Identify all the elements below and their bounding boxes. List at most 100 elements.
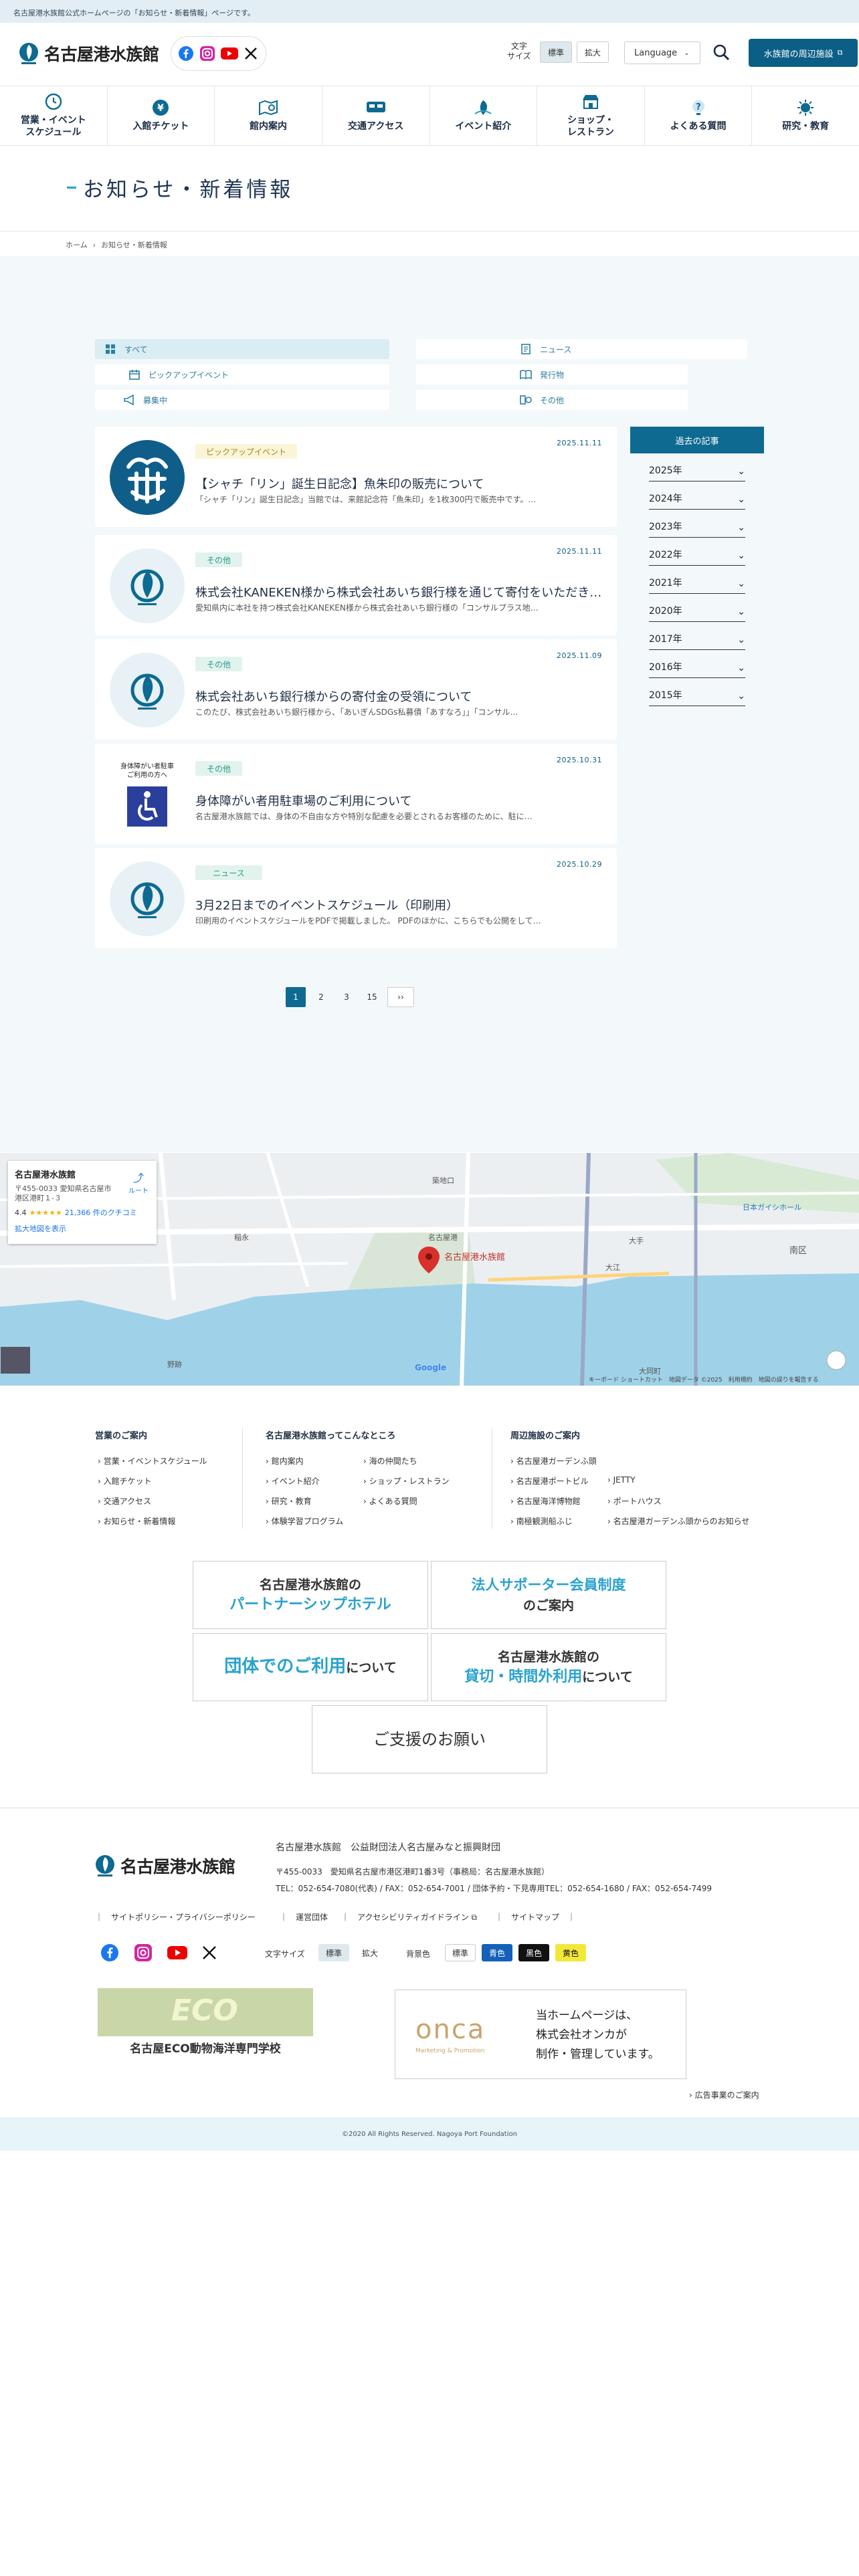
archive-year-2023[interactable]: 2023年 ⌄	[649, 510, 745, 538]
bg-yellow-button[interactable]: 黄色	[555, 1944, 586, 1961]
footer-link[interactable]: › よくある質問	[363, 1495, 417, 1507]
map-route-button[interactable]: ⤴ ルート	[128, 1169, 149, 1195]
gnav-item-guide[interactable]: 館内案内	[215, 86, 322, 145]
footer-link[interactable]: › JETTY	[607, 1475, 636, 1485]
gnav-item-shop[interactable]: ショップ・ レストラン	[537, 86, 645, 145]
footer-link[interactable]: › 名古屋港ガーデンふ頭	[510, 1455, 597, 1467]
news-card[interactable]: ピックアップイベント 2025.11.11 【シャチ「リン」誕生日記念】魚朱印の…	[95, 427, 617, 527]
archive-year-2020[interactable]: 2020年 ⌄	[649, 594, 745, 622]
footer-link-label: 交通アクセス	[103, 1497, 152, 1506]
ad-info-link[interactable]: › 広告事業のご案内	[689, 2089, 759, 2101]
banner-group-use[interactable]: 団体でのご利用について	[193, 1633, 428, 1701]
tab-all[interactable]: すべて	[95, 339, 389, 359]
footer-link[interactable]: › 南極観測船ふじ	[510, 1515, 573, 1527]
footer-nav-link[interactable]: ｜ 運営団体	[280, 1911, 328, 1923]
banner-partnership-hotel[interactable]: 名古屋港水族館の パートナーシップホテル	[193, 1561, 428, 1629]
nearby-facilities-button[interactable]: 水族館の周辺施設 ⧉	[749, 39, 858, 67]
gnav-item-access[interactable]: 交通アクセス	[322, 86, 430, 145]
footer-nav-link[interactable]: ｜ サイトマップ ｜	[495, 1911, 575, 1923]
footer-link[interactable]: › 名古屋海洋博物館	[510, 1495, 581, 1507]
gnav-item-schedule[interactable]: 営業・イベント スケジュール	[0, 86, 108, 145]
tab-news-label-wrap: ニュース	[419, 339, 687, 359]
archive-year-2025[interactable]: 2025年 ⌄	[649, 453, 745, 481]
bg-black-button[interactable]: 黒色	[518, 1944, 549, 1961]
gnav-item-events[interactable]: イベント紹介	[430, 86, 538, 145]
footer-logo[interactable]: 名古屋港水族館	[95, 1854, 235, 1878]
footer-link[interactable]: › お知らせ・新着情報	[98, 1515, 175, 1527]
bg-blue-button[interactable]: 青色	[482, 1944, 512, 1961]
gnav-item-research[interactable]: 研究・教育	[752, 86, 859, 145]
footer-link[interactable]: › 営業・イベントスケジュール	[98, 1455, 207, 1467]
facebook-icon[interactable]	[177, 45, 195, 62]
footer-link[interactable]: › 研究・教育	[266, 1495, 312, 1507]
tab-pickup[interactable]: ピックアップイベント	[95, 364, 389, 385]
site-logo[interactable]: 名古屋港水族館	[19, 40, 159, 67]
banner-private-rental[interactable]: 名古屋港水族館の 貸切・時間外利用について	[431, 1633, 666, 1701]
footer-link[interactable]: › 館内案内	[266, 1455, 304, 1467]
news-title: 3月22日までのイベントスケジュール（印刷用）	[195, 899, 459, 913]
page-link[interactable]: 2	[311, 987, 331, 1007]
footer-link[interactable]: › 入館チケット	[98, 1475, 152, 1487]
footer-link[interactable]: › 海の仲間たち	[363, 1455, 417, 1467]
gnav-label: イベント紹介	[455, 121, 512, 132]
footer-link[interactable]: › ポートハウス	[607, 1495, 662, 1507]
svg-text:¥: ¥	[158, 103, 165, 114]
news-card[interactable]: その他 2025.11.11 株式会社KANEKEN様から株式会社あいち銀行様を…	[95, 535, 617, 635]
footer-link[interactable]: › 名古屋港ポートビル	[510, 1475, 589, 1487]
eco-school-banner[interactable]: ECO 名古屋ECO動物海洋専門学校	[98, 1988, 313, 2056]
archive-year-2016[interactable]: 2016年 ⌄	[649, 650, 745, 678]
font-standard-button[interactable]: 標準	[540, 41, 572, 63]
footer-link[interactable]: › イベント紹介	[266, 1475, 320, 1487]
onca-credit[interactable]: onca Marketing & Promotion 当ホームページは、 株式会社…	[395, 1990, 686, 2079]
footer-link[interactable]: › ショップ・レストラン	[363, 1475, 450, 1487]
footer-link[interactable]: › 名古屋港ガーデンふ頭からのお知らせ	[607, 1515, 749, 1527]
language-select[interactable]: Language ⌄	[624, 41, 700, 64]
archive-year-2022[interactable]: 2022年 ⌄	[649, 538, 745, 566]
footer-nav-link[interactable]: ｜ アクセシビリティガイドライン ⧉	[341, 1911, 477, 1923]
footer-font-large-button[interactable]: 拡大	[355, 1944, 385, 1961]
breadcrumb-home[interactable]: ホーム	[66, 241, 88, 249]
archive-year-2021[interactable]: 2021年 ⌄	[649, 566, 745, 594]
facebook-icon[interactable]	[100, 1943, 119, 1965]
news-date: 2025.11.11	[557, 439, 602, 447]
tab-other[interactable]: その他	[416, 390, 688, 410]
archive-year-2024[interactable]: 2024年 ⌄	[649, 481, 745, 510]
page-link[interactable]: 3	[337, 987, 357, 1007]
bg-standard-button[interactable]: 標準	[445, 1944, 476, 1961]
gnav-item-ticket[interactable]: ¥ 入館チケット	[108, 86, 215, 145]
map-rating-value: 4.4	[15, 1208, 27, 1217]
banner-support-request[interactable]: ご支援のお願い	[312, 1705, 547, 1774]
map-enlarge-link[interactable]: 拡大地図を表示	[15, 1223, 150, 1234]
instagram-icon[interactable]	[134, 1943, 153, 1965]
search-button[interactable]	[709, 40, 733, 64]
map-reviews-link[interactable]: 21,366 件のクチコミ	[65, 1207, 137, 1218]
gnav-item-faq[interactable]: ? よくある質問	[645, 86, 753, 145]
x-twitter-icon[interactable]	[202, 1945, 217, 1963]
news-card[interactable]: その他 2025.11.09 株式会社あいち銀行様からの寄付金の受領について こ…	[95, 639, 617, 740]
footer-link[interactable]: › 交通アクセス	[98, 1495, 151, 1507]
x-twitter-icon[interactable]	[242, 45, 260, 62]
next-page-button[interactable]: ››	[387, 987, 414, 1007]
archive-year-2017[interactable]: 2017年 ⌄	[649, 622, 745, 650]
tab-recruiting[interactable]: 募集中	[95, 390, 389, 410]
news-title: 身体障がい者用駐車場のご利用について	[195, 794, 412, 809]
page-link[interactable]: 1	[286, 987, 306, 1007]
ticket-icon: ¥	[151, 99, 171, 116]
youtube-icon[interactable]	[167, 1945, 187, 1963]
tab-label: ニュース	[540, 344, 572, 354]
instagram-icon[interactable]	[199, 45, 216, 62]
news-card[interactable]: 身体障がい者駐車 ご利用の方へ その他 2025.10.31 身体障がい者用駐車場…	[95, 744, 617, 844]
footer-font-standard-button[interactable]: 標準	[318, 1944, 349, 1961]
footer-nav-link[interactable]: ｜ サイトポリシー・プライバシーポリシー	[95, 1911, 256, 1923]
footer-link[interactable]: › 体験学習プログラム	[266, 1515, 343, 1527]
archive-year-2015[interactable]: 2015年 ⌄	[649, 678, 745, 706]
tab-label: すべて	[124, 344, 148, 354]
youtube-icon[interactable]	[220, 45, 238, 62]
archive-year-label: 2015年	[649, 690, 682, 701]
banner-corporate-supporter[interactable]: 法人サポーター会員制度 のご案内	[431, 1561, 666, 1629]
font-large-button[interactable]: 拡大	[577, 41, 609, 63]
news-card[interactable]: ニュース 2025.10.29 3月22日までのイベントスケジュール（印刷用） …	[95, 848, 617, 948]
page-link[interactable]: 15	[362, 987, 382, 1007]
tab-publications[interactable]: 発行物	[416, 364, 688, 385]
google-map[interactable]: 名古屋港水族館 築地口 南区 大江 大手 名古屋港 野跡 稲永 大同町 日本ガイ…	[0, 1153, 859, 1386]
